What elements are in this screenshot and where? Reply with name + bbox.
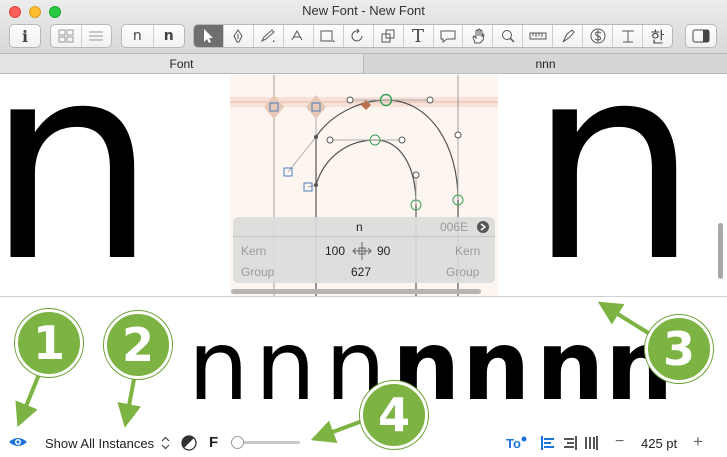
measure-tool-button[interactable]: [523, 25, 554, 47]
contrast-icon[interactable]: [181, 435, 197, 451]
preview-glyph: n: [188, 310, 249, 422]
glyph-info-box: n 006E Kern Kern 100 90 Group Group 627: [233, 217, 495, 283]
pointer-arrow-icon: [204, 29, 214, 43]
popup-chevrons-icon: [161, 436, 170, 450]
metrics-link-icon[interactable]: [351, 240, 373, 262]
hangul-tool-button[interactable]: 한: [643, 25, 672, 47]
hand-tool-button[interactable]: [463, 25, 494, 47]
stamp-tool-button[interactable]: [583, 25, 614, 47]
rotate-tool-button[interactable]: [344, 25, 374, 47]
zoom-out-button[interactable]: −: [615, 433, 624, 451]
annotation-tool-button[interactable]: [434, 25, 464, 47]
rsb-field[interactable]: 90: [377, 244, 390, 258]
sidebar-toggle-button[interactable]: [685, 24, 717, 48]
dollar-stamp-icon: [590, 28, 606, 44]
magnifier-icon: [501, 30, 515, 43]
pencil-icon: [261, 29, 276, 43]
glyph-name-label: n: [356, 220, 363, 234]
preview-glyph: n: [536, 310, 605, 422]
hand-icon: [472, 28, 485, 44]
tab-nnn[interactable]: nnn: [364, 54, 727, 73]
draw-tool-button[interactable]: [224, 25, 254, 47]
weight-preview-segment: n n: [121, 24, 185, 48]
primitives-icon: [291, 29, 303, 41]
zoom-level-field[interactable]: 425 pt: [641, 436, 677, 451]
preview-slider-track[interactable]: [240, 441, 300, 444]
lsb-field[interactable]: 100: [325, 244, 345, 258]
info-button[interactable]: i: [9, 24, 41, 48]
callout-badge-3: 3: [645, 315, 713, 383]
eye-icon[interactable]: [8, 435, 28, 449]
fill-toggle[interactable]: F: [209, 434, 218, 451]
callout-badge-1: 1: [15, 309, 83, 377]
grid-icon: [58, 29, 74, 43]
previous-glyph: n: [0, 75, 158, 297]
rectangle-icon: [320, 30, 336, 42]
tab-font[interactable]: Font: [0, 54, 364, 73]
title-bar: New Font - New Font i n n T 한: [0, 0, 727, 54]
svg-text:To: To: [506, 436, 521, 451]
text-options-icon[interactable]: To: [505, 435, 527, 451]
knife-icon: [562, 29, 575, 43]
sidebar-icon: [692, 29, 710, 43]
bold-glyph-button[interactable]: n: [154, 25, 185, 47]
window-title: New Font - New Font: [302, 3, 425, 18]
erase-tool-button[interactable]: [553, 25, 584, 47]
ruler-icon: [529, 32, 547, 40]
go-arrow-icon[interactable]: [477, 221, 489, 233]
callout-badge-2: 2: [104, 311, 172, 379]
preview-glyph: n: [462, 310, 531, 422]
tab-bar: Font nnn: [0, 54, 727, 74]
select-tool-button[interactable]: [194, 25, 224, 47]
scale-icon: [381, 29, 395, 43]
list-icon: [89, 31, 104, 41]
speech-bubble-icon: [440, 30, 456, 43]
text-tool-button[interactable]: T: [404, 25, 434, 47]
tools-segment: T 한: [193, 24, 673, 48]
rectangle-tool-button[interactable]: [314, 25, 344, 47]
grid-view-button[interactable]: [51, 25, 82, 47]
zoom-tool-button[interactable]: [493, 25, 524, 47]
pen-nib-icon: [233, 29, 243, 43]
callout-badge-4: 4: [360, 381, 428, 449]
align-left-icon[interactable]: [541, 436, 555, 450]
align-right-icon[interactable]: [563, 436, 577, 450]
left-group-label: Group: [241, 265, 275, 279]
unicode-label: 006E: [440, 220, 469, 234]
right-kern-label: Kern: [455, 244, 481, 258]
preview-glyph: n: [255, 310, 316, 422]
vertical-scrollbar[interactable]: [718, 223, 723, 279]
glyphs-window: New Font - New Font i n n T 한 Font nnn n…: [0, 0, 727, 457]
scale-tool-button[interactable]: [374, 25, 404, 47]
rotate-icon: [351, 28, 363, 42]
primitives-tool-button[interactable]: [284, 25, 314, 47]
pencil-tool-button[interactable]: [254, 25, 284, 47]
preview-slider-knob[interactable]: [231, 436, 244, 449]
left-kern-label: Kern: [241, 244, 267, 258]
align-vertical-icon[interactable]: [584, 436, 598, 450]
vertical-text-icon: [621, 30, 634, 43]
instances-popup[interactable]: Show All Instances: [45, 436, 154, 451]
horizontal-scrollbar[interactable]: [231, 289, 481, 294]
list-view-button[interactable]: [82, 25, 112, 47]
next-glyph: n: [528, 75, 700, 297]
view-mode-segment: [50, 24, 112, 48]
right-group-label: Group: [446, 265, 480, 279]
width-field[interactable]: 627: [351, 265, 371, 279]
zoom-in-button[interactable]: +: [693, 432, 703, 452]
vertical-metrics-tool-button[interactable]: [613, 25, 644, 47]
light-glyph-button[interactable]: n: [122, 25, 154, 47]
